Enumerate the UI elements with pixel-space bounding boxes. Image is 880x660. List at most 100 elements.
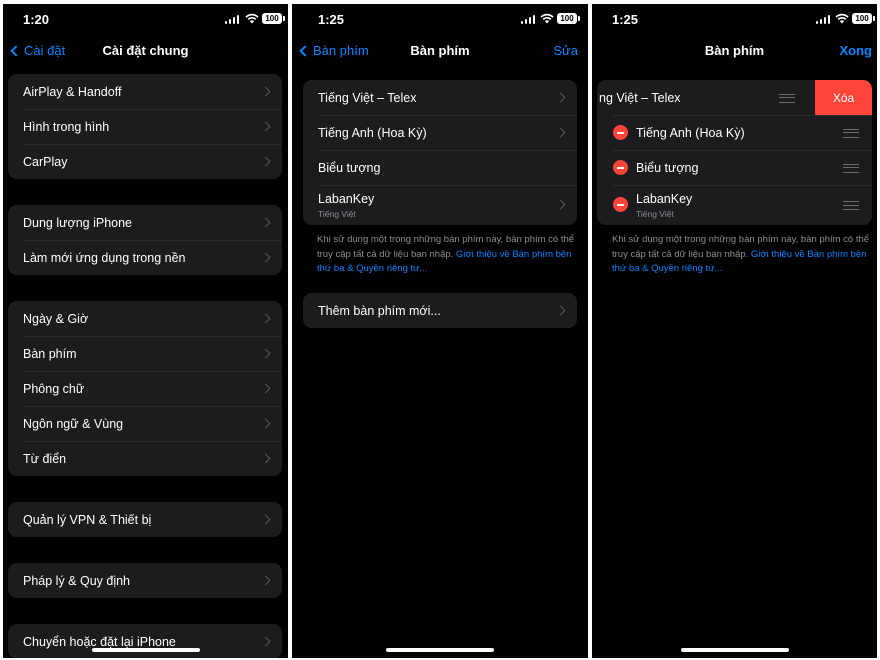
settings-group: Chuyển hoặc đặt lại iPhone <box>8 624 282 658</box>
row-label: Từ điển <box>23 451 67 466</box>
note-line: Khi sử dụng một trong những bàn phím này… <box>612 234 870 245</box>
reorder-handle-icon[interactable] <box>843 201 859 210</box>
chevron-right-icon <box>260 252 271 262</box>
keyboard-name: Biểu tượng <box>636 160 699 175</box>
chevron-right-icon <box>260 313 271 323</box>
keyboard-row-vietnamese-telex-swiped[interactable]: ng Việt – Telex Xóa <box>597 80 872 115</box>
chevron-right-icon <box>555 305 566 315</box>
wifi-icon <box>540 13 554 24</box>
status-bar: 1:25 100 <box>292 4 588 34</box>
home-indicator <box>91 648 200 652</box>
row-label: Làm mới ứng dụng trong nền <box>23 250 186 265</box>
row-label: Quản lý VPN & Thiết bị <box>23 512 152 527</box>
chevron-right-icon <box>260 383 271 393</box>
screen-keyboards-edit: 1:25 100 Bàn phím Xong ng Việt – Telex X… <box>592 4 877 658</box>
settings-group: Ngày & Giờ Bàn phím Phông chữ Ngôn ngữ &… <box>8 301 282 476</box>
keyboard-row-english-us[interactable]: Tiếng Anh (Hoa Kỳ) <box>303 115 577 150</box>
keyboard-name: LabanKey <box>636 191 693 206</box>
settings-row-airplay[interactable]: AirPlay & Handoff <box>8 74 282 109</box>
keyboard-list: Tiếng Việt – Telex Tiếng Anh (Hoa Kỳ) Bi… <box>303 80 577 225</box>
settings-group: AirPlay & Handoff Hình trong hình CarPla… <box>8 74 282 179</box>
row-label: CarPlay <box>23 154 68 169</box>
keyboard-name: LabanKey <box>318 191 375 206</box>
settings-row-language-region[interactable]: Ngôn ngữ & Vùng <box>8 406 282 441</box>
settings-row-transfer-reset[interactable]: Chuyển hoặc đặt lại iPhone <box>8 624 282 658</box>
wifi-icon <box>835 13 849 24</box>
remove-circle-icon[interactable] <box>613 197 628 212</box>
wifi-icon <box>245 13 259 24</box>
keyboard-list-editing: ng Việt – Telex Xóa Tiếng Anh (Hoa Kỳ) B… <box>597 80 872 225</box>
keyboard-name: Tiếng Việt – Telex <box>318 90 417 105</box>
chevron-right-icon <box>555 199 566 210</box>
reorder-handle-icon[interactable] <box>843 128 859 138</box>
status-time: 1:25 <box>612 12 639 27</box>
row-label: Dung lượng iPhone <box>23 215 132 230</box>
reorder-handle-icon[interactable] <box>779 93 795 103</box>
page-title: Bàn phím <box>704 43 765 58</box>
keyboard-row-labankey[interactable]: LabanKey Tiếng Việt <box>597 185 872 225</box>
settings-row-fonts[interactable]: Phông chữ <box>8 371 282 406</box>
chevron-right-icon <box>260 86 271 96</box>
keyboard-name: Tiếng Anh (Hoa Kỳ) <box>318 125 427 140</box>
settings-row-vpn-device-management[interactable]: Quản lý VPN & Thiết bị <box>8 502 282 537</box>
battery-icon: 100 <box>262 13 285 24</box>
row-label: Phông chữ <box>23 381 85 396</box>
chevron-right-icon <box>555 92 566 102</box>
page-title: Bàn phím <box>410 43 470 58</box>
keyboard-row-emoji[interactable]: Biểu tượng <box>303 150 577 185</box>
keyboard-row-labankey[interactable]: LabanKey Tiếng Việt <box>303 185 577 225</box>
privacy-link[interactable]: Giới thiệu về Bàn phím bên <box>456 249 572 260</box>
privacy-link-continued[interactable]: thứ ba & Quyền riêng tư... <box>317 262 587 277</box>
settings-row-iphone-storage[interactable]: Dung lượng iPhone <box>8 205 282 240</box>
keyboard-name: Tiếng Anh (Hoa Kỳ) <box>636 125 745 140</box>
status-time: 1:20 <box>23 12 50 27</box>
chevron-right-icon <box>260 217 271 227</box>
keyboard-row-vietnamese-telex[interactable]: Tiếng Việt – Telex <box>303 80 577 115</box>
battery-icon: 100 <box>557 13 580 24</box>
home-indicator <box>680 648 789 652</box>
privacy-link-continued[interactable]: thứ ba & Quyền riêng tư... <box>612 262 877 277</box>
keyboard-name: ng Việt – Telex <box>599 90 681 105</box>
keyboard-row-emoji[interactable]: Biểu tượng <box>597 150 872 185</box>
screen-general-settings: 1:20 100 Cài đặt Cài đặt chung AirPlay &… <box>3 4 288 658</box>
add-keyboard-label: Thêm bàn phím mới... <box>318 303 441 318</box>
add-new-keyboard-button[interactable]: Thêm bàn phím mới... <box>303 293 577 328</box>
cellular-signal-icon <box>816 15 831 24</box>
status-time: 1:25 <box>318 12 345 27</box>
keyboard-language: Tiếng Việt <box>636 208 674 219</box>
home-indicator <box>386 648 494 652</box>
chevron-right-icon <box>260 636 271 646</box>
status-bar: 1:20 100 <box>3 4 288 34</box>
battery-icon: 100 <box>852 13 875 24</box>
settings-row-picture-in-picture[interactable]: Hình trong hình <box>8 109 282 144</box>
chevron-right-icon <box>260 575 271 585</box>
navigation-bar: Bàn phím Bàn phím Sửa <box>292 34 588 68</box>
settings-row-dictionary[interactable]: Từ điển <box>8 441 282 476</box>
note-line: truy cập tất cả dữ liệu bạn nhập. <box>317 248 454 260</box>
done-button[interactable]: Xong <box>840 43 873 58</box>
navigation-bar: Cài đặt Cài đặt chung <box>3 34 288 68</box>
privacy-link[interactable]: Giới thiệu về Bàn phím bên <box>751 249 867 260</box>
remove-circle-icon[interactable] <box>613 125 628 140</box>
privacy-note: Khi sử dụng một trong những bàn phím này… <box>612 233 877 277</box>
chevron-right-icon <box>260 418 271 428</box>
delete-button[interactable]: Xóa <box>815 80 872 115</box>
edit-button[interactable]: Sửa <box>553 43 578 58</box>
status-bar: 1:25 100 <box>592 4 877 34</box>
keyboard-row-english-us[interactable]: Tiếng Anh (Hoa Kỳ) <box>597 115 872 150</box>
reorder-handle-icon[interactable] <box>843 163 859 173</box>
settings-row-carplay[interactable]: CarPlay <box>8 144 282 179</box>
settings-row-date-time[interactable]: Ngày & Giờ <box>8 301 282 336</box>
settings-row-background-refresh[interactable]: Làm mới ứng dụng trong nền <box>8 240 282 275</box>
row-label: Hình trong hình <box>23 119 110 134</box>
keyboard-name: Biểu tượng <box>318 160 381 175</box>
screen-keyboards: 1:25 100 Bàn phím Bàn phím Sửa Tiếng Việ… <box>292 4 588 658</box>
settings-group: Dung lượng iPhone Làm mới ứng dụng trong… <box>8 205 282 275</box>
chevron-right-icon <box>260 121 271 131</box>
row-label: Chuyển hoặc đặt lại iPhone <box>23 634 176 649</box>
remove-circle-icon[interactable] <box>613 160 628 175</box>
row-label: AirPlay & Handoff <box>23 84 122 99</box>
settings-row-legal[interactable]: Pháp lý & Quy định <box>8 563 282 598</box>
note-line: truy cập tất cả dữ liệu bạn nhập. <box>612 248 749 260</box>
settings-row-keyboard[interactable]: Bàn phím <box>8 336 282 371</box>
